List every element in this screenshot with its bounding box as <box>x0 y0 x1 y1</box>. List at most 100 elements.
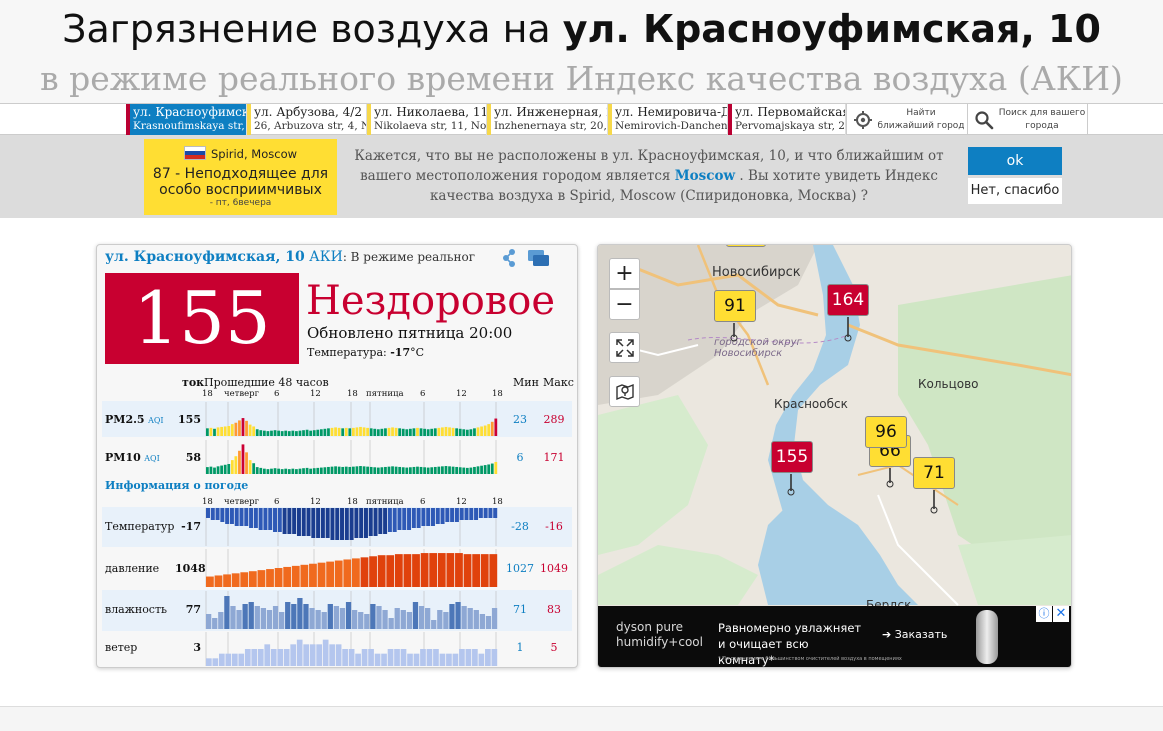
pm25-bar <box>273 430 277 436</box>
pm10-bar <box>284 468 288 474</box>
pm10-bar <box>344 466 348 474</box>
temperature-bar <box>282 508 287 534</box>
pm10-bar <box>220 465 223 474</box>
station-tab-inzhenernaya[interactable]: ул. Инженерная, 20 Inzhenernaya str, 20,… <box>487 104 608 135</box>
card-station-link[interactable]: ул. Красноуфимская, 10 <box>105 249 305 265</box>
pm10-bar <box>348 466 352 474</box>
temperature-line: Температура: -17°C <box>307 346 424 359</box>
card-actions <box>503 249 549 267</box>
card-header: ул. Красноуфимская, 10 АКИ: В режиме реа… <box>105 249 475 269</box>
row-pm25[interactable]: PM2.5 AQI 155 23 289 <box>102 401 572 437</box>
humidity-bar <box>297 598 303 629</box>
title-place: ул. Красноуфимская, 10 <box>562 7 1101 51</box>
humidity-bar <box>425 608 431 629</box>
station-tab-pervomajskaya[interactable]: ул. Первомайская, 22 Pervomajskaya str, … <box>728 104 846 135</box>
pressure-bar <box>317 562 326 587</box>
pm10-bar <box>380 467 384 474</box>
map-marker-164[interactable]: 164 <box>827 284 869 316</box>
map-marker-155[interactable]: 155 <box>771 441 813 473</box>
humidity-bar <box>248 602 254 629</box>
temperature-bar <box>239 508 244 526</box>
pm25-bar <box>223 426 227 436</box>
page-title: Загрязнение воздуха на ул. Красноуфимска… <box>0 6 1163 52</box>
zoom-out-button[interactable]: − <box>609 289 640 320</box>
temperature-bar <box>229 508 234 524</box>
humidity-bar <box>303 604 309 629</box>
map-marker-71[interactable]: 71 <box>913 457 955 489</box>
map-layer-button[interactable] <box>609 376 640 407</box>
find-nearest-city-button[interactable]: Найти ближайший город <box>846 104 967 135</box>
ad-banner[interactable]: dyson pure humidify+cool Равномерно увла… <box>598 606 1071 667</box>
pressure-bar <box>446 553 455 587</box>
ad-cta-label: Заказать <box>894 628 948 641</box>
pm10-bar <box>441 466 444 474</box>
wind-bar <box>277 649 284 666</box>
pm10-bar <box>448 466 451 474</box>
humidity-bar <box>382 610 388 629</box>
pm10-bar <box>238 450 241 474</box>
humidity-bar <box>333 606 340 629</box>
nearest-city-aqi-box[interactable]: Spirid, Moscow 87 - Неподходящее для осо… <box>144 139 337 215</box>
temperature-bar <box>268 508 273 530</box>
humidity-bar <box>291 604 297 629</box>
no-thanks-button[interactable]: Нет, спасибо <box>968 178 1062 204</box>
ad-info-icon[interactable]: ⓘ <box>1036 606 1052 622</box>
pressure-bar <box>291 565 300 587</box>
pm25-bar <box>369 428 373 436</box>
pm10-bar <box>398 466 402 474</box>
row-max: 5 <box>550 641 558 654</box>
pm10-bar <box>423 467 426 474</box>
pressure-bar <box>412 554 420 587</box>
map-marker-partial[interactable] <box>726 245 766 247</box>
aqi-map[interactable]: Новосибирск городской округ Новосибирск … <box>597 244 1072 668</box>
ad-close-icon[interactable]: ✕ <box>1053 606 1069 622</box>
product-image <box>976 610 998 664</box>
pressure-bar <box>480 554 489 587</box>
pm25-bar <box>366 427 369 436</box>
axis-tick-weather-1: четверг <box>224 497 260 507</box>
fullscreen-button[interactable] <box>609 332 640 363</box>
pm10-bar <box>394 466 398 474</box>
station-tab-arbuzova[interactable]: ул. Арбузова, 4/2 26, Arbuzova str, 4, N… <box>247 104 367 135</box>
station-name: ул. Красноуфимская, 10 <box>133 105 246 119</box>
pm25-bar <box>309 430 313 436</box>
temperature-bar <box>392 508 397 532</box>
pm10-bar <box>401 467 405 474</box>
pm10-bar <box>490 463 494 474</box>
pressure-bar <box>489 554 498 587</box>
temperature-bar <box>244 508 249 526</box>
row-pm10[interactable]: PM10 AQI 58 6 171 <box>102 439 572 475</box>
pressure-bar <box>266 569 274 587</box>
pm25-bar <box>448 427 451 436</box>
search-city-button[interactable]: Поиск для вашего города <box>967 104 1088 135</box>
ad-cta[interactable]: ➔ Заказать <box>882 628 947 641</box>
axis-tick-top-6: 6 <box>420 389 426 399</box>
ad-brand: dyson pure humidify+cool <box>616 620 703 649</box>
row-label-text: PM10 <box>105 451 141 464</box>
temperature-bar <box>296 508 301 536</box>
pm10-bar <box>316 467 320 474</box>
row-pressure[interactable]: давление 1048 1027 1049 <box>102 548 572 589</box>
row-humidity[interactable]: влажность 77 71 83 <box>102 590 572 631</box>
row-max: 1049 <box>540 562 568 575</box>
station-tab-nikolaeva[interactable]: ул. Николаева, 11 Nikolaeva str, 11, Nov… <box>367 104 487 135</box>
humidity-bar <box>272 606 279 629</box>
map-marker-91[interactable]: 91 <box>714 290 756 322</box>
wind-bar <box>244 649 251 666</box>
share-icon[interactable] <box>503 249 515 267</box>
map-marker-96[interactable]: 96 <box>865 416 907 448</box>
row-max: -16 <box>545 520 563 533</box>
row-temperature[interactable]: Температура -17 -28 -16 <box>102 507 572 547</box>
pm10-bar <box>234 456 238 474</box>
widget-icon[interactable] <box>528 250 549 266</box>
ok-button[interactable]: ok <box>968 147 1062 175</box>
nearest-city-label: Spirid, Moscow <box>210 147 298 161</box>
row-label: PM2.5 AQI <box>105 413 164 426</box>
aqi-value-box: 155 <box>105 273 299 364</box>
pm25-bar <box>209 427 213 436</box>
zoom-in-button[interactable]: + <box>609 258 640 289</box>
row-wind[interactable]: ветер 3 1 5 <box>102 632 572 667</box>
station-tab-nemirovich[interactable]: ул. Немировича-Данченко Nemirovich-Danch… <box>608 104 728 135</box>
pm25-bar <box>387 427 391 436</box>
station-tab-krasnoufimskaya[interactable]: ул. Красноуфимская, 10 Krasnoufimskaya s… <box>126 104 247 135</box>
